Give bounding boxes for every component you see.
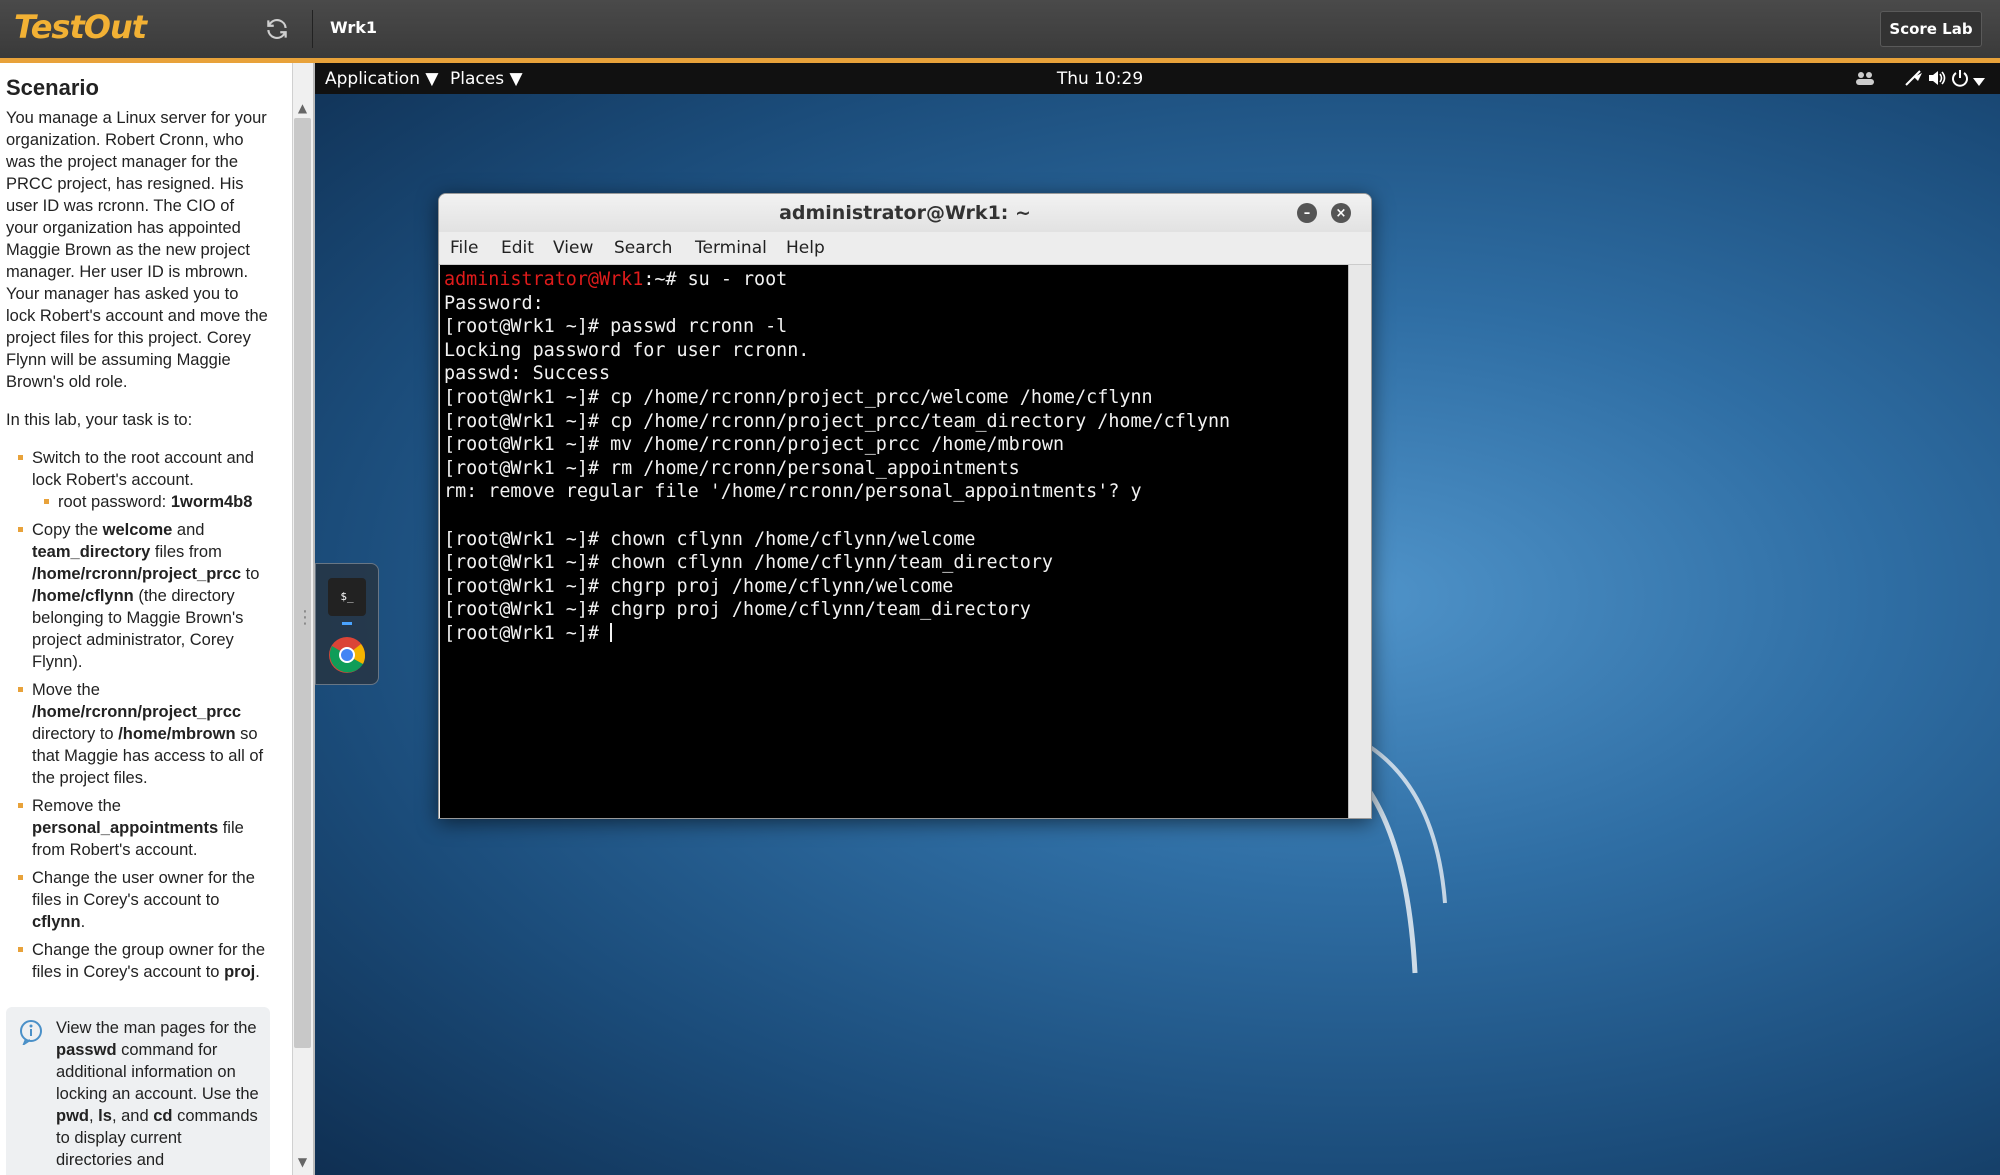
terminal-title: administrator@Wrk1: ~ [779, 202, 1031, 224]
linux-desktop: Application ▼ Places ▼ Thu 10:29 $_ admi… [315, 63, 2000, 1175]
terminal-line: [root@Wrk1 ~]# chgrp proj /home/cflynn/t… [444, 599, 1031, 621]
terminal-line: [root@Wrk1 ~]# mv /home/rcronn/project_p… [444, 434, 1065, 456]
terminal-line: [root@Wrk1 ~]# rm /home/rcronn/personal_… [444, 457, 1020, 479]
terminal-line: Password: [444, 292, 544, 314]
text-cursor [610, 622, 613, 642]
menu-help[interactable]: Help [786, 238, 825, 258]
scenario-heading: Scenario [6, 75, 99, 100]
task-item: Move the /home/rcronn/project_prcc direc… [18, 679, 270, 789]
task-item: Switch to the root account and lock Robe… [18, 447, 270, 513]
clock[interactable]: Thu 10:29 [315, 69, 1885, 89]
terminal-line: passwd: Success [444, 363, 611, 385]
terminal-menubar: File Edit View Search Terminal Help [439, 232, 1371, 265]
running-indicator [342, 622, 352, 625]
machine-title: Wrk1 [330, 18, 378, 37]
menu-edit[interactable]: Edit [501, 238, 534, 258]
gnome-top-panel: Application ▼ Places ▼ Thu 10:29 [315, 63, 2000, 94]
task-subitem: root password: 1worm4b8 [44, 491, 270, 513]
toolbar-separator [312, 10, 313, 48]
testout-logo: TestOut [14, 8, 147, 46]
terminal-line: administrator@Wrk1:~# su - root [444, 269, 788, 290]
info-icon [20, 1020, 42, 1045]
menu-search[interactable]: Search [614, 238, 672, 258]
scroll-up-arrow-icon[interactable]: ▲ [294, 98, 311, 118]
menu-terminal[interactable]: Terminal [695, 238, 767, 258]
terminal-line: rm: remove regular file '/home/rcronn/pe… [444, 481, 1142, 503]
task-item: Change the user owner for the files in C… [18, 867, 270, 933]
terminal-titlebar[interactable]: administrator@Wrk1: ~ – × [439, 194, 1371, 232]
close-icon[interactable]: × [1331, 203, 1351, 223]
chrome-launcher-icon[interactable] [328, 636, 366, 674]
scroll-down-arrow-icon[interactable]: ▼ [294, 1152, 311, 1172]
task-list: Switch to the root account and lock Robe… [6, 447, 270, 983]
terminal-line: [root@Wrk1 ~]# cp /home/rcronn/project_p… [444, 410, 1231, 432]
terminal-line: [root@Wrk1 ~]# [444, 622, 613, 644]
task-item: Change the group owner for the files in … [18, 939, 270, 983]
terminal-window[interactable]: administrator@Wrk1: ~ – × File Edit View… [438, 193, 1372, 819]
system-menu-arrow-icon[interactable] [1967, 71, 1991, 93]
volume-icon[interactable] [1925, 67, 1949, 89]
terminal-launcher-icon[interactable]: $_ [328, 578, 366, 616]
dock: $_ [315, 563, 379, 685]
task-item: Remove the personal_appointments file fr… [18, 795, 270, 861]
info-box: View the man pages for the passwd comman… [6, 1007, 270, 1175]
top-bar: TestOut Wrk1 Score Lab [0, 0, 2000, 58]
refresh-icon[interactable] [262, 14, 292, 44]
terminal-line: [root@Wrk1 ~]# passwd rcronn -l [444, 316, 788, 338]
terminal-scrollbar[interactable] [1348, 265, 1371, 818]
scenario-scroll-thumb[interactable] [294, 118, 311, 1048]
menu-file[interactable]: File [450, 238, 478, 258]
users-icon[interactable] [1853, 67, 1877, 89]
terminal-line: [root@Wrk1 ~]# chgrp proj /home/cflynn/w… [444, 575, 954, 597]
terminal-line: Locking password for user rcronn. [444, 339, 810, 361]
terminal-output[interactable]: administrator@Wrk1:~# su - root Password:… [440, 265, 1348, 818]
scenario-panel: Scenario You manage a Linux server for y… [0, 63, 292, 1175]
prompt-user: administrator@Wrk1 [444, 269, 644, 290]
task-item: Copy the welcome and team_directory file… [18, 519, 270, 673]
terminal-line: [root@Wrk1 ~]# cp /home/rcronn/project_p… [444, 386, 1153, 408]
terminal-line: [root@Wrk1 ~]# chown cflynn /home/cflynn… [444, 552, 1053, 574]
task-intro: In this lab, your task is to: [6, 411, 193, 429]
scenario-intro: You manage a Linux server for your organ… [6, 109, 268, 391]
network-icon[interactable] [1902, 67, 1926, 89]
menu-view[interactable]: View [553, 238, 593, 258]
splitter-handle-icon[interactable]: ⋮ [296, 600, 314, 636]
terminal-line: [root@Wrk1 ~]# chown cflynn /home/cflynn… [444, 528, 976, 550]
score-lab-button[interactable]: Score Lab [1880, 11, 1982, 47]
minimize-icon[interactable]: – [1297, 203, 1317, 223]
